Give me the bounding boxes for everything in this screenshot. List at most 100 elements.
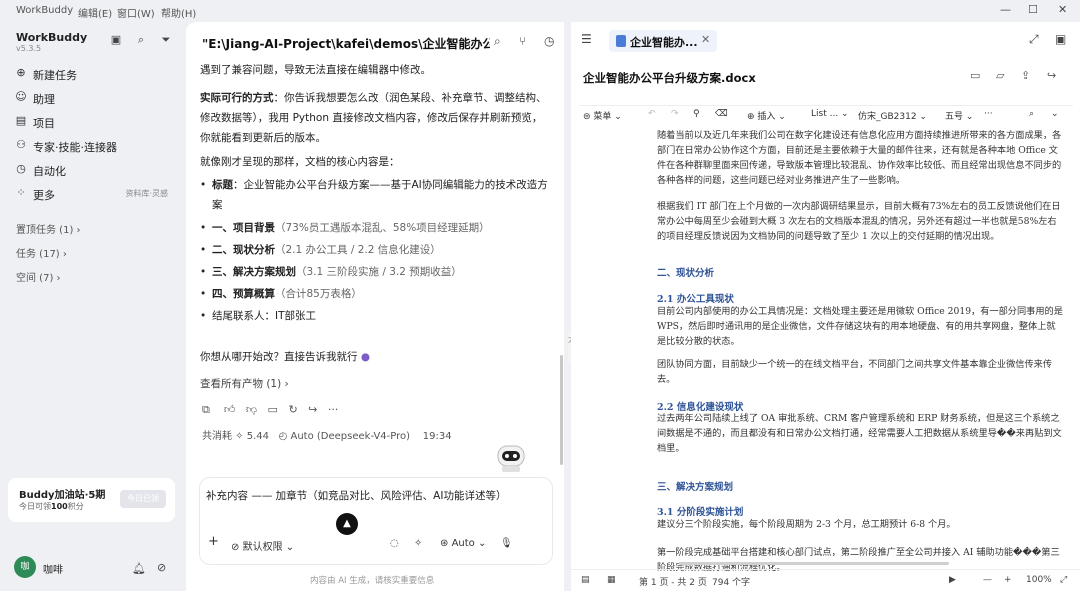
menu-window[interactable]: 窗口(W)	[117, 5, 155, 20]
font-size-dropdown[interactable]: 五号 ⌄	[945, 109, 973, 122]
message-paragraph: 遇到了兼容问题，导致无法直接在编辑器中修改。	[200, 64, 431, 76]
fit-screen-icon[interactable]: ⤢	[1060, 575, 1067, 585]
add-icon[interactable]: +	[208, 534, 219, 549]
send-button[interactable]: ▲	[336, 513, 358, 535]
message-paragraph: 实际可行的方式：你告诉我想要怎么改（润色某段、补充章节、调整结构、修改数据等），…	[200, 92, 547, 144]
doc-paragraph: 团队协同方面，目前缺少一个统一的在线文档平台，不同部门之间共享文件基本靠企业微信…	[657, 359, 1053, 385]
more-icon: ⁘	[16, 186, 26, 199]
zoom-out-icon[interactable]: —	[983, 575, 992, 585]
refresh-icon[interactable]: ↻	[288, 403, 297, 416]
sidebar-item-label: 项目	[33, 117, 55, 130]
group-pinned-tasks[interactable]: 置顶任务 (1) ›	[16, 221, 81, 236]
insert-button[interactable]: ⊕ 插入 ⌄	[747, 109, 786, 122]
folder-icon[interactable]: ▱	[996, 69, 1004, 82]
save-icon[interactable]: ▭	[970, 69, 980, 82]
menu-edit[interactable]: 编辑(E)	[78, 5, 112, 20]
zoom-in-icon[interactable]: +	[1004, 575, 1012, 585]
comment-icon[interactable]: ▭	[268, 403, 278, 416]
page-view-icon[interactable]: ▦	[607, 575, 616, 585]
collapse-toolbar-icon[interactable]: ⌄	[1051, 109, 1059, 119]
list-item: 四、预算概算（合计85万表格）	[200, 284, 552, 304]
sidebar-item-label: 新建任务	[33, 69, 77, 82]
document-panel: ☰ 企业智能办... ✕ ⤢ ▣ 企业智能办公平台升级方案.docx ▭ ▱ ⇪…	[571, 22, 1080, 591]
menu-icon[interactable]: ☰	[581, 32, 592, 46]
sidebar-toggle-icon[interactable]: ▣	[109, 33, 123, 47]
permission-dropdown[interactable]: ⊘ 默认权限 ⌄	[231, 538, 294, 553]
document-page[interactable]: 随着当前以及近几年来我们公司在数字化建设还有信息化应用方面持续推进所带来的各方面…	[657, 127, 1063, 571]
group-spaces[interactable]: 空间 (7) ›	[16, 269, 61, 284]
undo-icon[interactable]: ↶	[648, 109, 656, 119]
eraser-icon[interactable]: ⌫	[715, 109, 728, 119]
sidebar-item-new-task[interactable]: ⊕ 新建任务	[14, 65, 174, 83]
play-icon[interactable]: ▶	[949, 575, 956, 585]
view-artifacts-link[interactable]: 查看所有产物 (1) ›	[200, 374, 552, 394]
search-icon[interactable]: ⌕	[494, 34, 501, 49]
expand-icon[interactable]: ⤢	[1029, 32, 1039, 47]
share-icon[interactable]: ↪	[1047, 69, 1056, 82]
claim-button[interactable]: 今日已领	[120, 490, 166, 508]
title-bar: WorkBuddy 编辑(E) 窗口(W) 帮助(H) — ☐ ✕	[0, 0, 1080, 22]
tab-document[interactable]: 企业智能办... ✕	[609, 30, 717, 52]
fork-icon[interactable]: ⑂	[519, 34, 526, 48]
zoom-level[interactable]: 100%	[1026, 575, 1052, 585]
token-consumption: 共消耗 ✧ 5.44	[202, 431, 270, 442]
doc-subheading: 2.1 办公工具现状	[657, 294, 734, 305]
assistant-icon: ☺	[15, 90, 27, 103]
minimize-icon[interactable]: —	[1000, 3, 1011, 16]
tab-label: 企业智能办...	[630, 36, 698, 49]
thumbs-up-icon[interactable]: 👍︎	[224, 403, 236, 416]
redo-icon[interactable]: ↷	[671, 109, 679, 119]
app-name: WorkBuddy	[16, 5, 74, 16]
filter-icon[interactable]: ⏷	[159, 33, 173, 47]
list-style-dropdown[interactable]: List ... ⌄	[811, 109, 849, 119]
thumbs-down-icon[interactable]: 👎︎	[246, 403, 257, 416]
list-item: 结尾联系人：IT部张工	[200, 306, 552, 326]
panel-toggle-icon[interactable]: ▣	[1055, 32, 1066, 46]
sidebar-item-label: 助理	[33, 93, 55, 106]
search-icon[interactable]: ⌕	[1029, 109, 1034, 119]
model-icon: ◴	[278, 431, 288, 442]
group-tasks[interactable]: 任务 (17) ›	[16, 245, 67, 260]
more-tools-button[interactable]: ···	[984, 109, 993, 119]
format-painter-icon[interactable]: ⚲	[693, 109, 700, 119]
doc-paragraph: 建议分三个阶段实施，每个阶段周期为 2-3 个月，总工期预计 6-8 个月。	[657, 519, 956, 530]
avatar[interactable]: 咖	[14, 556, 36, 578]
version-label: v5.3.5	[16, 44, 42, 53]
promo-card[interactable]: Buddy加油站·5期 今日可领100积分 今日已领	[8, 478, 175, 522]
sidebar-item-experts[interactable]: ⚇ 专家·技能·连接器	[14, 137, 174, 155]
message-time: 19:34	[422, 431, 452, 442]
doc-paragraph: 目前公司内部使用的办公工具情况是：文档处理主要还是用微软 Office 2019…	[657, 306, 1063, 347]
sidebar-item-assistant[interactable]: ☺ 助理	[14, 89, 174, 107]
sparkle-icon[interactable]: ✧	[414, 538, 422, 549]
menu-help[interactable]: 帮助(H)	[161, 5, 196, 20]
message-actions: ⧉ 👍︎ 👎︎ ▭ ↻ ↪ ···	[202, 403, 338, 417]
share-icon[interactable]: ↪	[308, 403, 317, 416]
sidebar-item-more[interactable]: ⁘ 更多 资料库·灵感	[14, 185, 174, 203]
outline-icon[interactable]: ▤	[581, 575, 590, 585]
microphone-icon[interactable]: 🎙︎	[500, 538, 513, 549]
compass-icon[interactable]: ⊘	[157, 561, 166, 574]
composer-input[interactable]: 补充内容 —— 加章节（如竞品对比、风险评估、AI功能详述等）	[206, 488, 506, 503]
toolbar-menu-button[interactable]: ⊜ 菜单 ⌄	[583, 109, 622, 122]
close-tab-icon[interactable]: ✕	[701, 33, 710, 46]
horizontal-scrollbar[interactable]	[679, 562, 949, 565]
brand-name: WorkBuddy	[16, 31, 88, 44]
copy-icon[interactable]: ⧉	[202, 403, 210, 416]
font-dropdown[interactable]: 仿宋_GB2312 ⌄	[858, 109, 927, 122]
sidebar-item-automation[interactable]: ◷ 自动化	[14, 161, 174, 179]
bell-icon[interactable]: 🔔︎	[132, 562, 146, 575]
doc-paragraph: 过去两年公司陆续上线了 OA 审批系统、CRM 客户管理系统和 ERP 财务系统…	[657, 413, 1062, 454]
ai-disclaimer: 内容由 AI 生成，请核实重要信息	[310, 576, 435, 586]
sidebar-item-project[interactable]: ▤ 项目	[14, 113, 174, 131]
history-icon[interactable]: ◷	[544, 34, 554, 48]
doc-heading: 二、现状分析	[657, 268, 715, 279]
search-icon[interactable]: ⌕	[134, 33, 148, 47]
upload-icon[interactable]: ⇪	[1021, 69, 1030, 82]
close-window-icon[interactable]: ✕	[1058, 3, 1067, 16]
more-icon[interactable]: ···	[328, 403, 339, 416]
composer[interactable]: 补充内容 —— 加章节（如竞品对比、风险评估、AI功能详述等） + ⊘ 默认权限…	[200, 478, 552, 564]
chat-scrollbar[interactable]	[560, 355, 563, 465]
mode-dropdown[interactable]: ⊛ Auto ⌄	[440, 538, 486, 549]
maximize-icon[interactable]: ☐	[1028, 3, 1038, 16]
automation-icon: ◷	[16, 162, 26, 175]
